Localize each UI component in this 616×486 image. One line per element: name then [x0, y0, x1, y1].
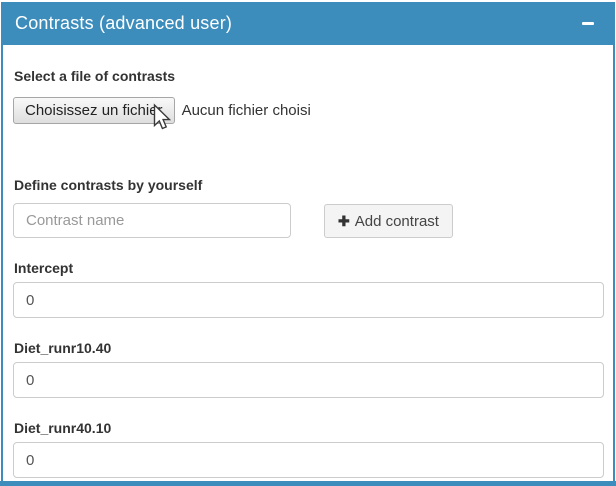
diet-runr10-40-value-input[interactable]	[13, 362, 604, 398]
next-panel-header-edge	[0, 481, 616, 486]
contrasts-panel: Contrasts (advanced user) Select a file …	[1, 2, 615, 481]
browse-file-button[interactable]: Choisissez un fichier	[13, 97, 175, 124]
collapse-button[interactable]	[580, 16, 596, 32]
contrast-field-group: Intercept	[13, 259, 604, 318]
file-input-row: Choisissez un fichier Aucun fichier choi…	[13, 96, 604, 124]
minus-icon	[582, 22, 594, 25]
intercept-label: Intercept	[14, 259, 604, 278]
file-section-label: Select a file of contrasts	[14, 67, 604, 86]
add-contrast-button-label: Add contrast	[355, 213, 439, 230]
intercept-value-input[interactable]	[13, 282, 604, 318]
panel-body: Select a file of contrasts Choisissez un…	[3, 45, 613, 478]
diet-runr40-10-label: Diet_runr40.10	[14, 419, 604, 438]
diet-runr10-40-label: Diet_runr10.40	[14, 339, 604, 358]
file-status-text: Aucun fichier choisi	[182, 102, 311, 119]
contrast-field-group: Diet_runr40.10	[13, 419, 604, 478]
plus-icon: ✚	[338, 214, 350, 228]
add-contrast-button[interactable]: ✚ Add contrast	[324, 204, 453, 238]
panel-title: Contrasts (advanced user)	[15, 13, 232, 34]
contrast-name-input[interactable]	[13, 203, 291, 238]
define-contrast-row: ✚ Add contrast	[13, 203, 604, 238]
define-section-label: Define contrasts by yourself	[14, 176, 604, 195]
panel-header: Contrasts (advanced user)	[3, 2, 613, 45]
contrast-field-group: Diet_runr10.40	[13, 339, 604, 398]
diet-runr40-10-value-input[interactable]	[13, 442, 604, 478]
